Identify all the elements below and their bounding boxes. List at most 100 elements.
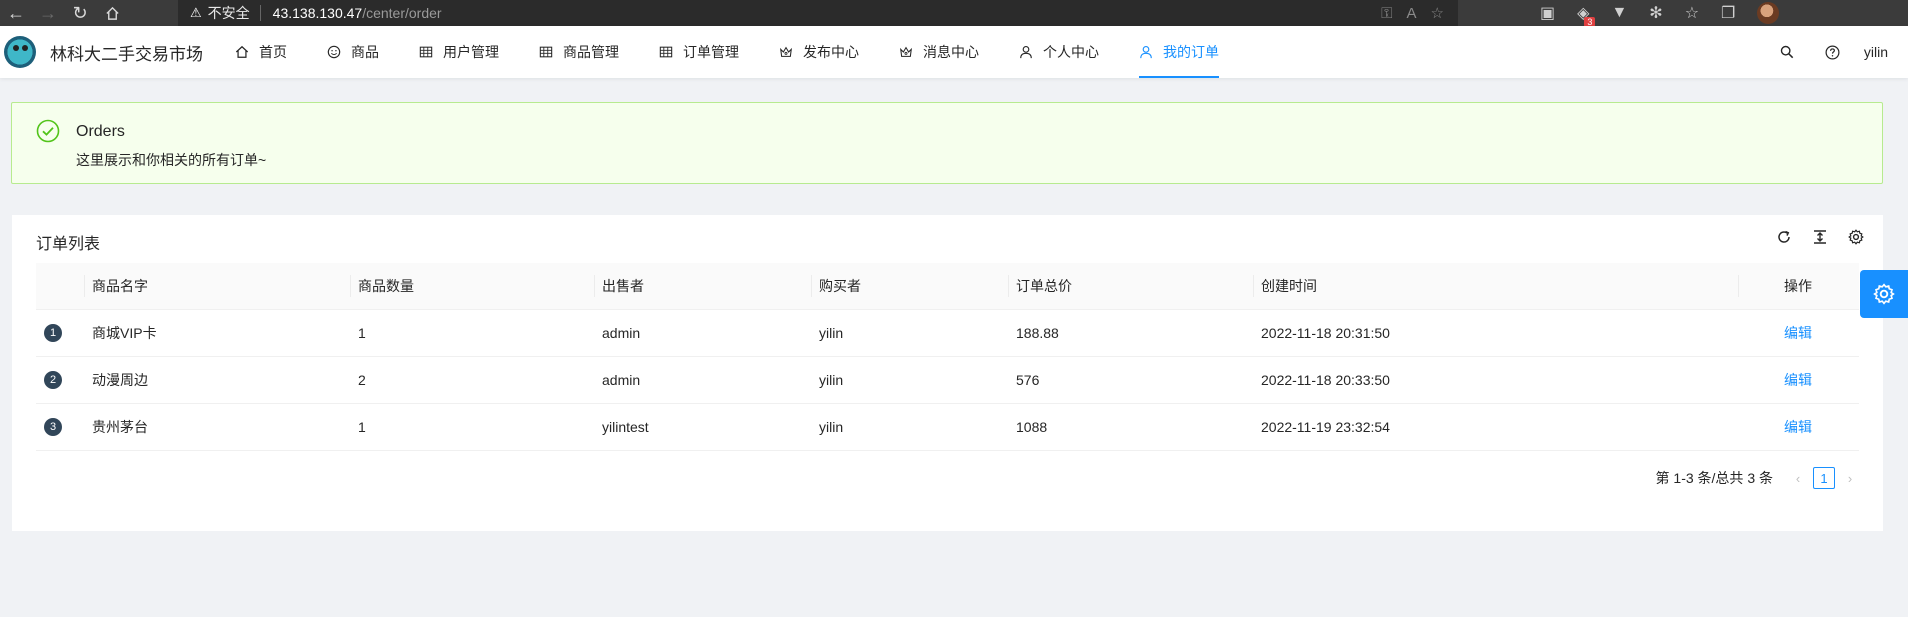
reload-icon[interactable] [1775,228,1793,246]
home-browser-icon[interactable] [96,0,128,26]
app-title[interactable]: 林科大二手交易市场 [50,40,203,65]
cell-buyer: yilin [811,403,1008,451]
profile-avatar[interactable] [1757,2,1780,24]
cell-action: 编辑 [1738,403,1859,451]
menu-item-label: 商品 [351,44,379,60]
row-index-badge: 1 [44,324,62,342]
menu-item-5[interactable]: 发布中心 [759,26,879,78]
column-header-buyer: 购买者 [811,263,1008,310]
row-index-cell: 1 [36,309,84,357]
extension-icon[interactable]: ▣ [1540,3,1555,23]
menu-item-6[interactable]: 消息中心 [879,26,999,78]
crown-icon [779,45,793,59]
check-circle-icon [36,119,60,143]
table-header-row: 商品名字 商品数量 出售者 购买者 订单总价 创建时间 操作 [36,263,1859,310]
extensions-puzzle-icon[interactable]: ✻ [1649,3,1662,23]
cell-total: 576 [1008,356,1253,404]
prev-page-icon[interactable]: ‹ [1789,471,1807,486]
cell-seller: admin [594,356,811,404]
cell-total: 1088 [1008,403,1253,451]
menu-item-label: 发布中心 [803,44,859,60]
alert-description: 这里展示和你相关的所有订单~ [76,152,267,168]
pagination-total: 第 1-3 条/总共 3 条 [1655,470,1773,486]
table-icon [419,45,433,59]
column-header-created: 创建时间 [1253,263,1738,310]
top-menu: 首页 商品 用户管理 商品管理 订单管理 发布中心 消息中心 个人中心 我的订单 [215,26,1239,78]
cell-created: 2022-11-18 20:33:50 [1253,356,1738,404]
browser-toolbar: ← → ↻ ⚠ 不安全 43.138.130.47/center/order ⚿… [0,0,1908,27]
app-logo[interactable] [4,36,36,68]
table-icon [659,45,673,59]
alert-title: Orders [76,123,125,140]
cell-created: 2022-11-18 20:31:50 [1253,309,1738,357]
search-icon[interactable] [1764,26,1810,78]
column-header-quantity: 商品数量 [350,263,594,310]
setting-icon[interactable] [1847,228,1865,246]
row-index-badge: 3 [44,418,62,436]
density-icon[interactable] [1811,228,1829,246]
menu-item-label: 订单管理 [683,44,739,60]
menu-item-1[interactable]: 商品 [307,26,399,78]
setting-drawer-button[interactable] [1860,270,1908,318]
menu-item-8[interactable]: 我的订单 [1119,26,1239,78]
home-icon [235,45,249,59]
cell-action: 编辑 [1738,356,1859,404]
menu-item-3[interactable]: 商品管理 [519,26,639,78]
cell-seller: admin [594,309,811,357]
menu-item-4[interactable]: 订单管理 [639,26,759,78]
page-item-current[interactable]: 1 [1813,467,1835,489]
edit-link[interactable]: 编辑 [1784,372,1812,388]
row-index-cell: 3 [36,403,84,451]
extension-badge-icon[interactable]: ◈ 3 [1577,3,1596,27]
menu-item-label: 首页 [259,44,287,60]
url-divider [259,5,261,21]
column-header-total: 订单总价 [1008,263,1253,310]
cell-name: 动漫周边 [84,356,350,404]
row-index-cell: 2 [36,356,84,404]
favorite-add-icon[interactable]: ☆ [1431,4,1444,22]
info-alert: Orders 这里展示和你相关的所有订单~ [11,102,1883,184]
table-row: 3 贵州茅台 1 yilintest yilin 1088 2022-11-19 23:32… [36,403,1859,451]
row-index-badge: 2 [44,371,62,389]
cell-created: 2022-11-19 23:32:54 [1253,403,1738,451]
menu-item-label: 个人中心 [1043,44,1099,60]
next-page-icon[interactable]: › [1841,471,1859,486]
cell-name: 商城VIP卡 [84,309,350,357]
favorites-icon[interactable]: ☆ [1685,3,1699,23]
cell-quantity: 1 [350,309,594,357]
forward-icon[interactable]: → [32,0,64,26]
edit-link[interactable]: 编辑 [1784,325,1812,341]
pagination: 第 1-3 条/总共 3 条 ‹ 1 › [1656,467,1859,489]
read-aloud-icon[interactable]: A [1407,5,1417,22]
warning-icon: ⚠ [190,5,202,20]
collections-icon[interactable]: ❐ [1721,3,1735,23]
cell-seller: yilintest [594,403,811,451]
edit-link[interactable]: 编辑 [1784,419,1812,435]
url-path: /center/order [362,5,442,21]
app-header: 林科大二手交易市场 首页 商品 用户管理 商品管理 订单管理 发布中心 消息中心 个人中心 我的… [0,26,1908,78]
menu-item-0[interactable]: 首页 [215,26,307,78]
setting-drawer-icon [1873,283,1895,305]
cell-quantity: 2 [350,356,594,404]
order-table: 商品名字 商品数量 出售者 购买者 订单总价 创建时间 操作 1 商城VIP卡 1 a… [36,263,1859,451]
menu-item-label: 用户管理 [443,44,499,60]
url-host: 43.138.130.47 [272,5,363,21]
cell-name: 贵州茅台 [84,403,350,451]
key-icon[interactable]: ⚿ [1381,5,1392,22]
cell-buyer: yilin [811,309,1008,357]
refresh-icon[interactable]: ↻ [64,0,96,26]
cell-buyer: yilin [811,356,1008,404]
user-icon [1019,45,1033,59]
address-bar[interactable]: ⚠ 不安全 43.138.130.47/center/order ⚿ A ☆ [178,0,1458,26]
help-icon[interactable] [1810,26,1856,78]
vue-devtools-icon[interactable]: ▼ [1611,4,1627,22]
card-title: 订单列表 [36,236,101,253]
menu-item-2[interactable]: 用户管理 [399,26,519,78]
smile-icon [327,45,341,59]
table-row: 1 商城VIP卡 1 admin yilin 188.88 2022-11-18 20:31… [36,309,1859,357]
back-icon[interactable]: ← [0,0,32,26]
menu-item-label: 商品管理 [563,44,619,60]
username[interactable]: yilin [1856,44,1908,60]
menu-item-7[interactable]: 个人中心 [999,26,1119,78]
insecure-label: 不安全 [207,5,250,21]
